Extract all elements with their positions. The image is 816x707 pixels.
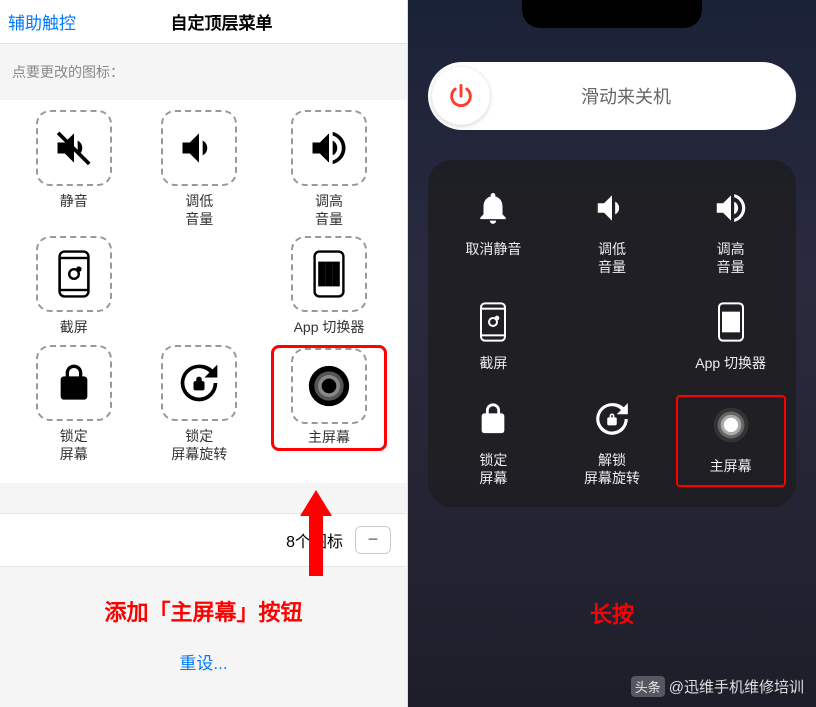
label: 锁定 屏幕 [479,451,507,487]
watermark: 头条 @迅维手机维修培训 [631,676,804,697]
watermark-badge: 头条 [631,676,665,697]
annotation-arrow-icon [300,490,332,576]
at-item-unmute[interactable]: 取消静音 [438,184,548,276]
power-knob-icon[interactable] [432,67,490,125]
lock-rotate-icon [177,361,221,405]
grid-item-lock-screen[interactable]: 锁定 屏幕 [36,345,112,463]
watermark-text: @迅维手机维修培训 [669,676,804,697]
volume-up-icon [307,126,351,170]
grid-item-mute[interactable]: 静音 [36,110,112,228]
volume-down-icon [177,126,221,170]
label: 主屏幕 [308,428,350,446]
label: 调低 音量 [185,192,213,228]
screenshot-icon [54,250,94,298]
label: 取消静音 [465,240,521,258]
label: 截屏 [60,318,88,336]
reset-button[interactable]: 重设... [0,649,407,674]
at-item-unlock-rotate[interactable]: 解锁 屏幕旋转 [557,395,667,487]
label: 主屏幕 [710,457,752,475]
unlock-rotate-icon [593,400,631,438]
minus-button[interactable]: − [355,526,391,554]
page-title: 自定顶层菜单 [36,9,407,34]
annotation-text: 添加「主屏幕」按钮 [0,595,407,627]
power-off-slider[interactable]: 滑动来关机 [428,62,796,130]
label: 锁定 屏幕 [60,427,88,463]
icon-grid: 静音 调低 音量 调高 音量 截屏 [0,100,407,483]
at-item-app-switcher[interactable]: App 切换器 [676,298,786,372]
label: 调高 音量 [717,240,745,276]
prompt-text: 点要更改的图标： [0,44,407,100]
counter-row: 8个图标 − [0,513,407,567]
label: App 切换器 [294,318,365,336]
at-item-home[interactable]: 主屏幕 [676,395,786,487]
grid-item-lock-rotate[interactable]: 锁定 屏幕旋转 [161,345,237,463]
app-switcher-icon [715,301,747,343]
grid-item-app-switcher[interactable]: App 切换器 [291,236,367,336]
volume-down-icon [593,189,631,227]
at-item-volume-down[interactable]: 调低 音量 [557,184,667,276]
label: 静音 [60,192,88,210]
volume-up-icon [712,189,750,227]
label: App 切换器 [695,354,766,372]
notch [522,0,702,28]
assistive-touch-menu: 取消静音 调低 音量 调高 音量 截屏 [428,160,796,507]
home-icon [712,406,750,444]
bell-icon [474,189,512,227]
grid-item-volume-up[interactable]: 调高 音量 [291,110,367,228]
lock-screen-icon [476,400,510,438]
label: 调高 音量 [315,192,343,228]
label: 截屏 [479,354,507,372]
label: 锁定 屏幕旋转 [171,427,227,463]
mute-icon [52,126,96,170]
screenshot-icon [477,301,509,343]
assistive-touch-panel: 滑动来关机 取消静音 调低 音量 调高 [408,0,816,707]
lock-screen-icon [54,361,94,405]
at-item-lock-screen[interactable]: 锁定 屏幕 [438,395,548,487]
grid-item-volume-down[interactable]: 调低 音量 [161,110,237,228]
at-item-volume-up[interactable]: 调高 音量 [676,184,786,276]
grid-item-screenshot[interactable]: 截屏 [36,236,112,336]
grid-item-home[interactable]: 主屏幕 [271,345,387,463]
label: 解锁 屏幕旋转 [584,451,640,487]
app-switcher-icon [309,250,349,298]
label: 调低 音量 [598,240,626,276]
annotation-text: 长按 [408,597,816,629]
home-icon [307,364,351,408]
settings-panel: 辅助触控 自定顶层菜单 点要更改的图标： 静音 调低 音量 调高 音量 [0,0,408,707]
header: 辅助触控 自定顶层菜单 [0,0,407,44]
slider-text: 滑动来关机 [490,83,792,109]
at-item-screenshot[interactable]: 截屏 [438,298,548,372]
